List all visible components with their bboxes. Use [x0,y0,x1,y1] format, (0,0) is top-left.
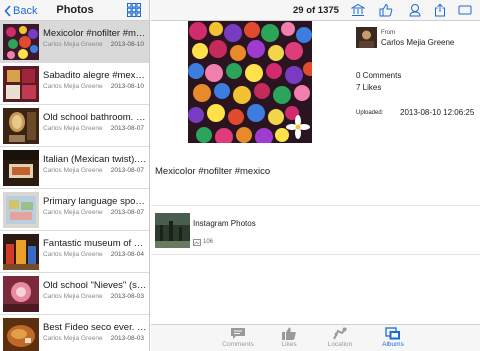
photo-list-item[interactable]: Best Fideo seco ever. I... Carlos Mejia … [0,315,149,351]
photo-detail: 29 of 1375 From Carlos Mejia Greene 0 Co… [151,0,480,351]
photo-count-icon [193,239,201,246]
photo-author: Carlos Mejia Greene [43,209,103,216]
share-icon[interactable] [433,3,447,17]
detail-toolbar: 29 of 1375 [151,0,480,21]
photo-thumbnail [3,276,39,312]
photo-list-item[interactable]: Italian (Mexican twist). B... Carlos Mej… [0,147,149,189]
photo-date: 2013-08-10 [110,83,144,90]
photo-list-item[interactable]: Fantastic museum of M... Carlos Mejia Gr… [0,231,149,273]
museum-icon[interactable] [351,3,365,17]
photo-author: Carlos Mejia Greene [43,125,103,132]
tab-label: Location [327,341,353,348]
photo-title: Fantastic museum of M... [43,238,147,249]
uploaded-label: Uploaded: [356,110,384,116]
photo-list: Mexicolor #nofilter #me... Carlos Mejia … [0,21,149,351]
photo-thumbnail [3,24,39,60]
photo-list-item[interactable]: Old school bathroom. #... Carlos Mejia G… [0,105,149,147]
bottom-tab-bar: Comments Likes Location Albums [151,324,480,351]
comments-count: 0 Comments [356,71,402,80]
likes-icon [282,327,296,340]
photo-date: 2013-08-07 [110,209,144,216]
photo-title: Mexicolor #nofilter #me... [43,28,147,39]
uploaded-date: 2013-08-10 12:06:25 [400,108,475,117]
photo-date: 2013-08-07 [110,167,144,174]
likes-count: 7 Likes [356,83,382,92]
tab-label: Comments [222,341,254,348]
albums-icon [385,327,400,340]
photo-sidebar: Back Photos Mexicolor #nofilter #me... C… [0,0,150,351]
author-name[interactable]: Carlos Mejia Greene [381,38,454,47]
thumbs-up-icon[interactable] [379,3,393,17]
photo-counter: 29 of 1375 [293,5,339,16]
profile-icon[interactable] [408,3,422,17]
photo-author: Carlos Mejia Greene [43,41,103,48]
photo-thumbnail [3,66,39,102]
photo-thumbnail [3,108,39,144]
album-photo-count: 106 [203,239,214,245]
photo-date: 2013-08-07 [110,125,144,132]
photo-title: Primary language spoke... [43,196,147,207]
photo-date: 2013-08-04 [110,251,144,258]
photo-date: 2013-08-10 [110,41,144,48]
photo-list-item[interactable]: Old school "Nieves" (sor... Carlos Mejia… [0,273,149,315]
photo-author: Carlos Mejia Greene [43,83,103,90]
photo-thumbnail [3,234,39,270]
photo-title: Old school "Nieves" (sor... [43,280,147,291]
photo-list-item[interactable]: Mexicolor #nofilter #me... Carlos Mejia … [0,21,149,63]
author-avatar[interactable] [356,27,377,48]
photo-author: Carlos Mejia Greene [43,251,103,258]
tab-comments[interactable]: Comments [218,327,258,351]
photo-date: 2013-08-03 [110,335,144,342]
grid-view-icon[interactable] [127,3,141,17]
photo-author: Carlos Mejia Greene [43,167,103,174]
photo-title: Italian (Mexican twist). B... [43,154,147,165]
photo-thumbnail [3,192,39,228]
comments-icon [231,328,245,339]
sidebar-header: Back Photos [0,0,149,21]
photo-caption: Mexicolor #nofilter #mexico [155,166,271,177]
photo-thumbnail [3,318,39,351]
tab-albums[interactable]: Albums [373,327,413,351]
photo-title: Old school bathroom. #... [43,112,147,123]
album-thumbnail[interactable] [155,213,190,248]
from-label: From [381,30,395,36]
divider [151,205,480,206]
photo-title: Sabadito alegre #mexico [43,70,147,81]
tab-label: Likes [281,341,297,348]
photo-thumbnail [3,150,39,186]
fullscreen-icon[interactable] [458,3,472,17]
photo-author: Carlos Mejia Greene [43,293,103,300]
tab-label: Albums [382,341,404,348]
tab-likes[interactable]: Likes [269,327,309,351]
photo-list-item[interactable]: Primary language spoke... Carlos Mejia G… [0,189,149,231]
divider [151,254,480,255]
photo-list-item[interactable]: Sabadito alegre #mexico Carlos Mejia Gre… [0,63,149,105]
location-icon [333,327,347,340]
back-button-label: Back [13,4,38,17]
main-photo[interactable] [188,21,312,143]
photo-title: Best Fideo seco ever. I... [43,322,147,333]
tab-location[interactable]: Location [320,327,360,351]
album-title[interactable]: Instagram Photos [193,219,256,228]
back-button[interactable]: Back [4,3,37,18]
photo-author: Carlos Mejia Greene [43,335,103,342]
chevron-left-icon [4,4,11,17]
photo-date: 2013-08-03 [110,293,144,300]
